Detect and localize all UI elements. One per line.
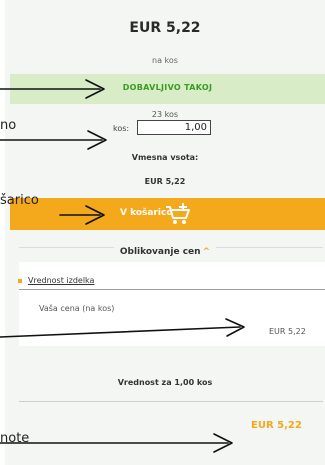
arrow-item-price — [0, 326, 241, 338]
annotation-arrows — [0, 79, 245, 453]
